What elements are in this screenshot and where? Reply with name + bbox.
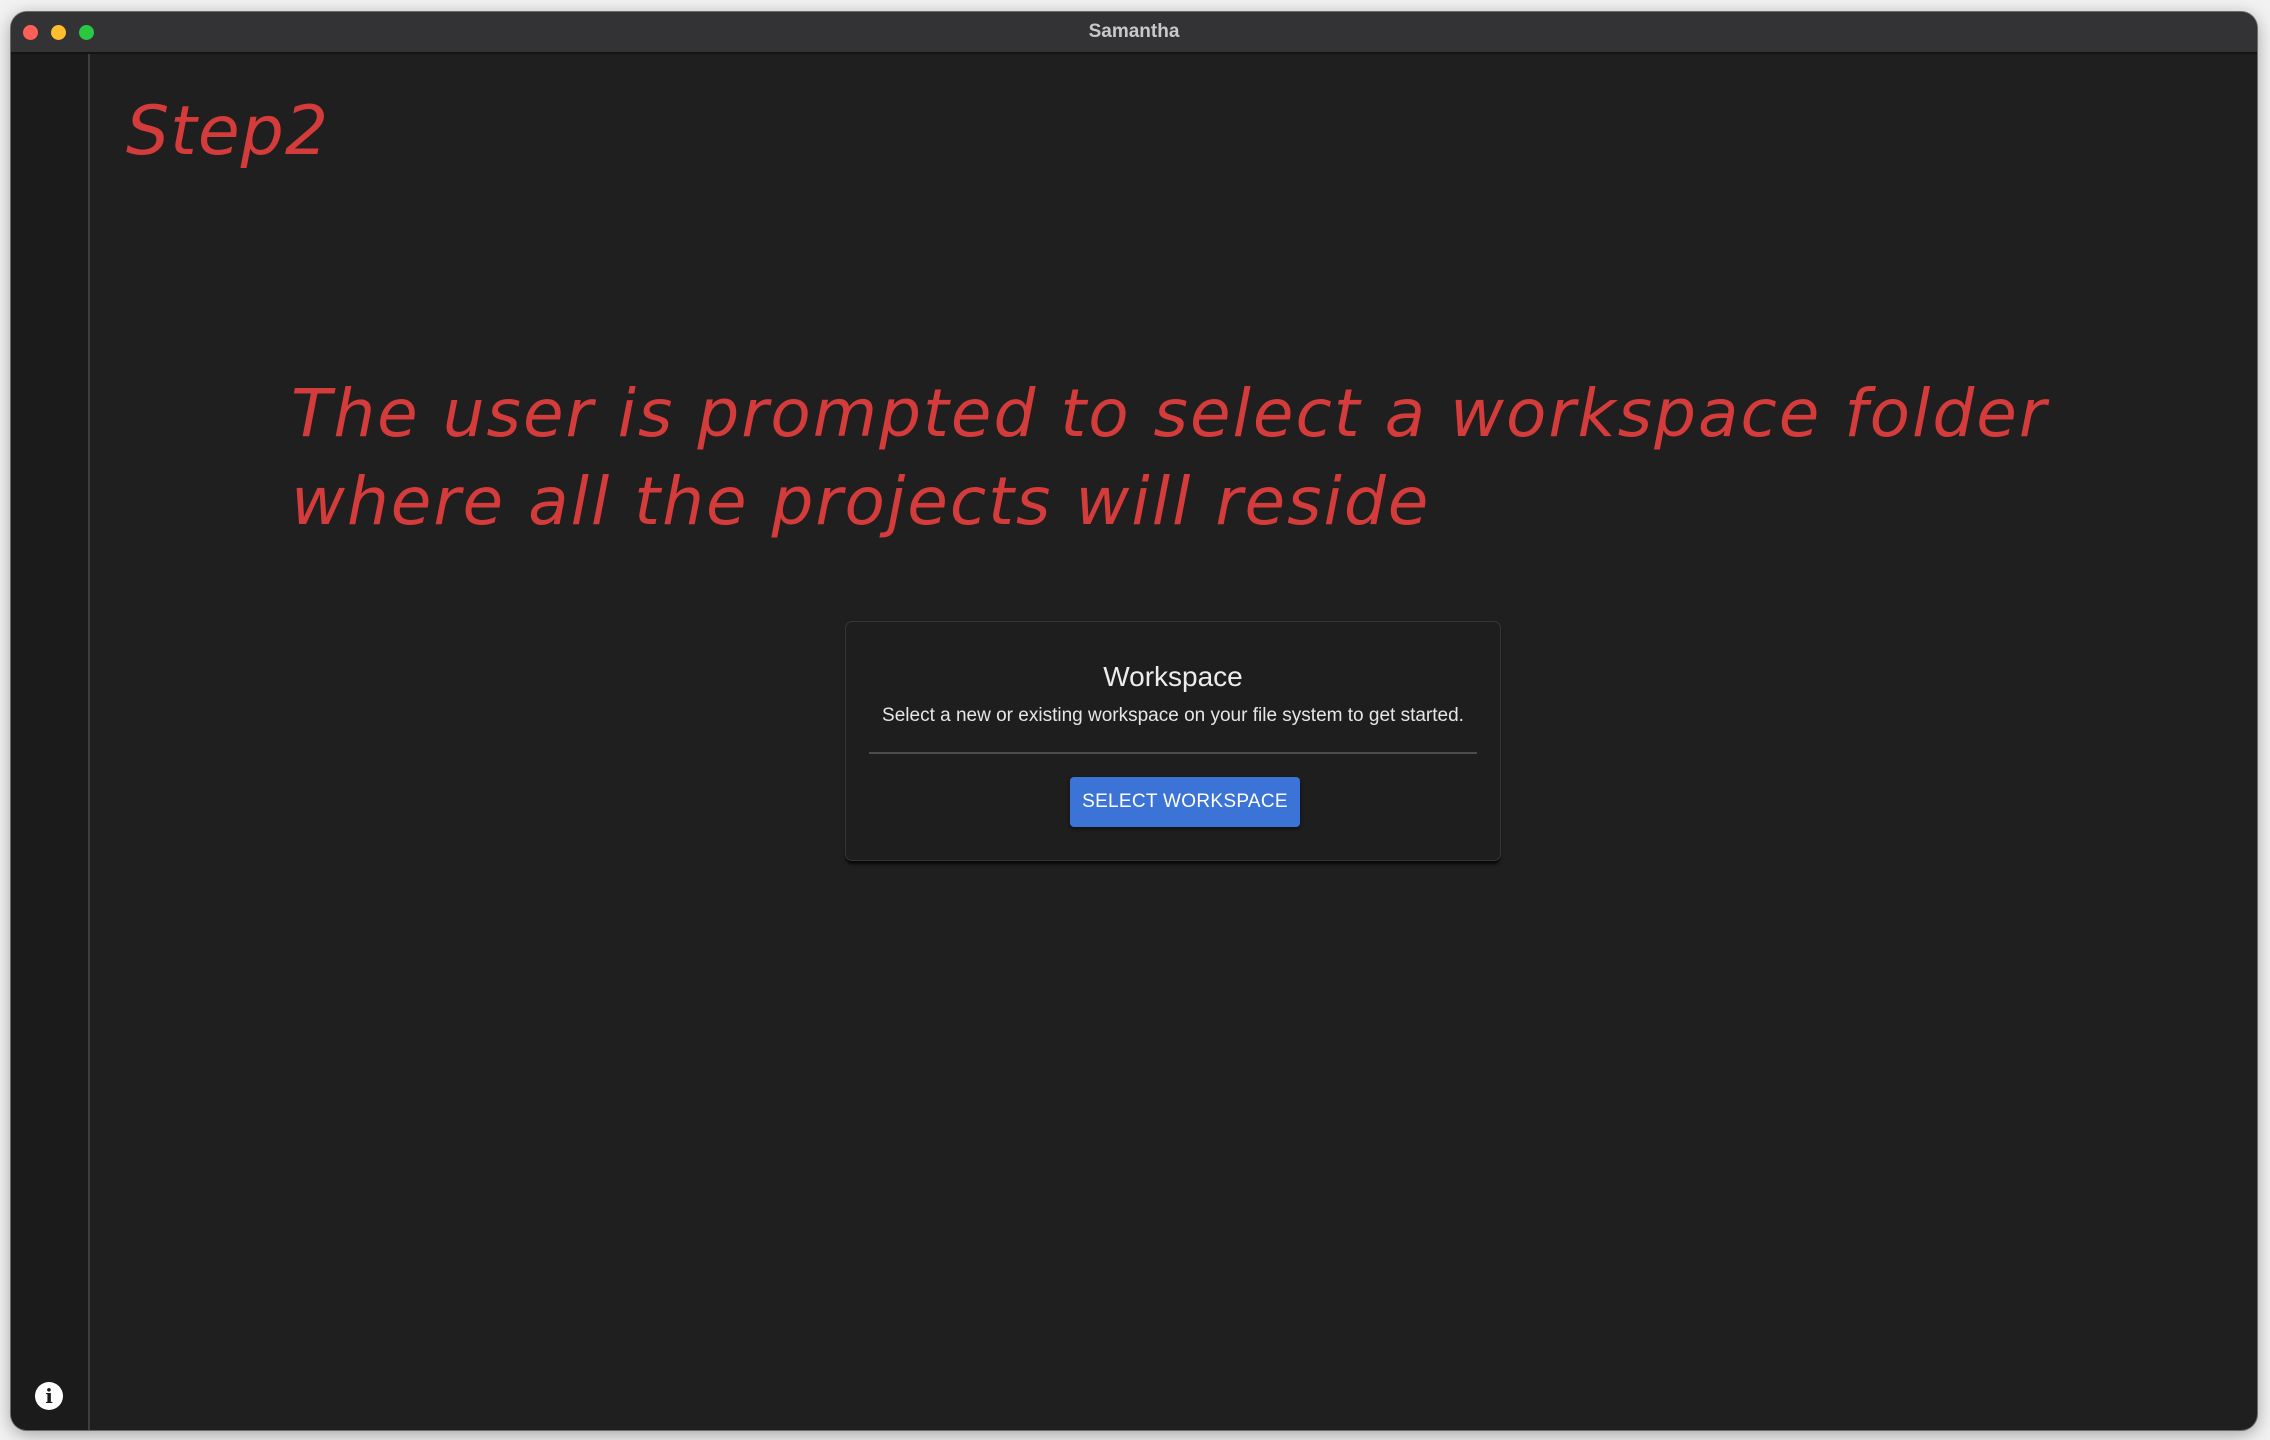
info-icon[interactable]: i bbox=[35, 1382, 63, 1410]
description-annotation: The user is prompted to select a workspa… bbox=[291, 370, 2048, 546]
workspace-card-subtitle: Select a new or existing workspace on yo… bbox=[882, 705, 1464, 726]
title-bar[interactable]: Samantha bbox=[11, 12, 2257, 54]
app-window: Samantha i Step2 The user is prompted to… bbox=[11, 12, 2257, 1430]
workspace-card-title: Workspace bbox=[1103, 661, 1243, 692]
select-workspace-button[interactable]: SELECT WORKSPACE bbox=[1070, 777, 1300, 827]
description-line-1: The user is prompted to select a workspa… bbox=[291, 375, 2048, 452]
step-annotation: Step2 bbox=[126, 92, 330, 171]
window-title: Samantha bbox=[1088, 21, 1180, 42]
workspace-card: Workspace Select a new or existing works… bbox=[846, 622, 1500, 860]
card-divider bbox=[869, 752, 1477, 754]
sidebar: i bbox=[11, 54, 90, 1430]
description-line-2: where all the projects will reside bbox=[291, 463, 1431, 540]
